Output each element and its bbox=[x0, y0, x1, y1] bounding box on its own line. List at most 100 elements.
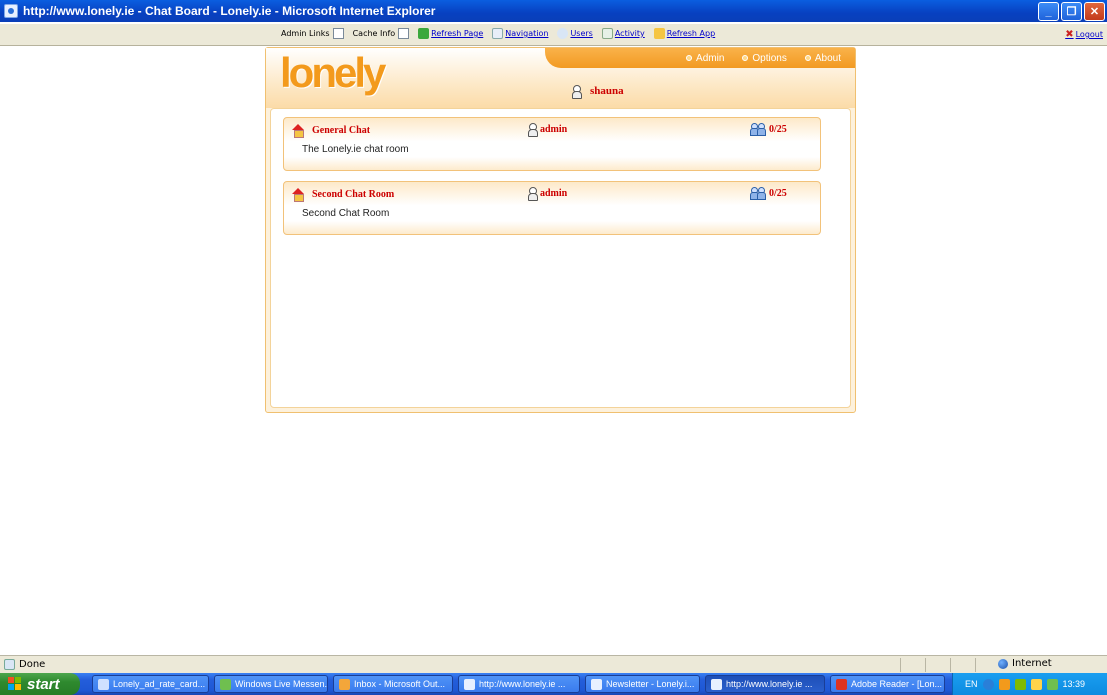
nav-options[interactable]: Options bbox=[742, 52, 787, 64]
window-icon bbox=[98, 678, 109, 690]
bullet-icon bbox=[742, 55, 749, 61]
windows-flag-icon bbox=[8, 677, 22, 691]
start-label: start bbox=[27, 675, 60, 693]
current-user[interactable]: shauna bbox=[572, 85, 624, 99]
close-button[interactable]: ✕ bbox=[1084, 2, 1105, 21]
occupants-icon bbox=[750, 187, 766, 200]
nav-about-label: About bbox=[814, 52, 841, 64]
lonely-logo: lonely bbox=[280, 49, 386, 96]
status-pane bbox=[950, 658, 951, 672]
room-owner: admin bbox=[540, 187, 568, 199]
logout-x-icon: ✖ bbox=[1065, 29, 1074, 40]
window-controls: _ ❐ ✕ bbox=[1038, 2, 1105, 21]
refresh-page-label: Refresh Page bbox=[431, 29, 484, 38]
refresh-page-link[interactable]: Refresh Page bbox=[418, 28, 483, 39]
task-label: Newsletter - Lonely.i... bbox=[606, 679, 695, 689]
navigation-link[interactable]: Navigation bbox=[492, 28, 548, 39]
activity-label: Activity bbox=[614, 29, 645, 38]
window-titlebar[interactable]: http://www.lonely.ie - Chat Board - Lone… bbox=[0, 0, 1107, 22]
room-owner: admin bbox=[540, 123, 568, 135]
tray-network-icon[interactable] bbox=[1030, 678, 1042, 690]
admin-toolbar: Admin Links Cache Info Refresh Page Navi… bbox=[0, 24, 1107, 46]
taskbar-item[interactable]: Lonely_ad_rate_card... bbox=[92, 675, 209, 693]
zone-label: Internet bbox=[1012, 658, 1052, 669]
current-user-name: shauna bbox=[590, 85, 624, 97]
top-nav: Admin Options About bbox=[545, 48, 855, 68]
app-header: lonely Admin Options About shauna bbox=[266, 48, 855, 108]
user-icon bbox=[572, 85, 582, 99]
taskbar-item[interactable]: Adobe Reader - [Lon... bbox=[830, 675, 945, 693]
activity-link[interactable]: Activity bbox=[601, 28, 645, 39]
navigation-label: Navigation bbox=[505, 29, 549, 38]
taskbar-item[interactable]: Newsletter - Lonely.i... bbox=[585, 675, 700, 693]
admin-links-label: Admin Links bbox=[281, 29, 330, 38]
system-tray: EN 13:39 bbox=[952, 673, 1107, 695]
window-title: http://www.lonely.ie - Chat Board - Lone… bbox=[23, 4, 436, 18]
room-card-general-chat[interactable]: General Chat The Lonely.ie chat room adm… bbox=[283, 117, 821, 171]
activity-icon bbox=[601, 28, 613, 39]
tray-app-icon[interactable] bbox=[998, 678, 1010, 690]
status-pane bbox=[975, 658, 976, 672]
room-description: The Lonely.ie chat room bbox=[302, 144, 409, 155]
users-icon bbox=[557, 28, 569, 39]
ie-icon bbox=[464, 678, 475, 690]
taskbar-item[interactable]: http://www.lonely.ie ... bbox=[458, 675, 580, 693]
occupants-icon bbox=[750, 123, 766, 136]
taskbar-item-active[interactable]: http://www.lonely.ie ... bbox=[705, 675, 825, 693]
clock: 13:39 bbox=[1062, 679, 1086, 689]
ie-page-icon bbox=[4, 4, 18, 18]
messenger-icon bbox=[220, 678, 231, 690]
room-list: General Chat The Lonely.ie chat room adm… bbox=[270, 108, 851, 408]
start-button[interactable]: start bbox=[0, 673, 80, 695]
outlook-icon bbox=[339, 678, 350, 690]
task-label: http://www.lonely.ie ... bbox=[479, 679, 566, 689]
nav-admin[interactable]: Admin bbox=[686, 53, 724, 64]
taskbar: start Lonely_ad_rate_card... Windows Liv… bbox=[0, 673, 1107, 695]
admin-links-checkbox[interactable] bbox=[332, 28, 344, 39]
refresh-app-label: Refresh App bbox=[666, 29, 716, 38]
room-card-second-chat-room[interactable]: Second Chat Room Second Chat Room admin … bbox=[283, 181, 821, 235]
refresh-icon bbox=[418, 28, 430, 39]
refresh-app-link[interactable]: Refresh App bbox=[653, 28, 716, 39]
task-label: Adobe Reader - [Lon... bbox=[851, 679, 943, 689]
status-text: Done bbox=[19, 659, 46, 670]
users-link[interactable]: Users bbox=[557, 28, 593, 39]
logout-link[interactable]: ✖ Logout bbox=[1065, 29, 1103, 40]
tray-messenger-icon[interactable] bbox=[1014, 678, 1026, 690]
task-label: Lonely_ad_rate_card... bbox=[113, 679, 206, 689]
room-description: Second Chat Room bbox=[302, 208, 390, 219]
room-name[interactable]: Second Chat Room bbox=[312, 189, 394, 200]
nav-options-label: Options bbox=[752, 52, 787, 64]
task-label: http://www.lonely.ie ... bbox=[726, 679, 813, 689]
room-name[interactable]: General Chat bbox=[312, 125, 370, 136]
warning-icon bbox=[653, 28, 665, 39]
cache-info-checkbox[interactable] bbox=[398, 28, 410, 39]
nav-about[interactable]: About bbox=[804, 52, 841, 64]
status-pane bbox=[925, 658, 926, 672]
task-label: Inbox - Microsoft Out... bbox=[354, 679, 446, 689]
ie-icon bbox=[591, 678, 602, 690]
tray-security-icon[interactable] bbox=[1046, 678, 1058, 690]
bullet-icon bbox=[804, 55, 811, 61]
maximize-button[interactable]: ❐ bbox=[1061, 2, 1082, 21]
owner-icon bbox=[528, 123, 538, 137]
status-pane bbox=[900, 658, 901, 672]
room-occupancy: 0/25 bbox=[769, 123, 787, 135]
taskbar-item[interactable]: Inbox - Microsoft Out... bbox=[333, 675, 453, 693]
page-done-icon bbox=[4, 659, 15, 670]
room-house-icon bbox=[292, 188, 304, 202]
cache-info-label: Cache Info bbox=[352, 29, 396, 38]
navigation-icon bbox=[492, 28, 504, 39]
tray-back-icon[interactable] bbox=[982, 678, 994, 690]
language-indicator[interactable]: EN bbox=[965, 679, 978, 689]
nav-admin-label: Admin bbox=[696, 52, 725, 64]
adobe-reader-icon bbox=[836, 678, 847, 690]
status-bar: Done Internet bbox=[0, 655, 1107, 673]
room-occupancy: 0/25 bbox=[769, 187, 787, 199]
task-label: Windows Live Messen... bbox=[235, 679, 328, 689]
users-label: Users bbox=[570, 29, 593, 38]
minimize-button[interactable]: _ bbox=[1038, 2, 1059, 21]
taskbar-item[interactable]: Windows Live Messen... bbox=[214, 675, 328, 693]
chat-app-panel: lonely Admin Options About shauna Genera… bbox=[265, 47, 856, 413]
ie-icon bbox=[711, 678, 722, 690]
